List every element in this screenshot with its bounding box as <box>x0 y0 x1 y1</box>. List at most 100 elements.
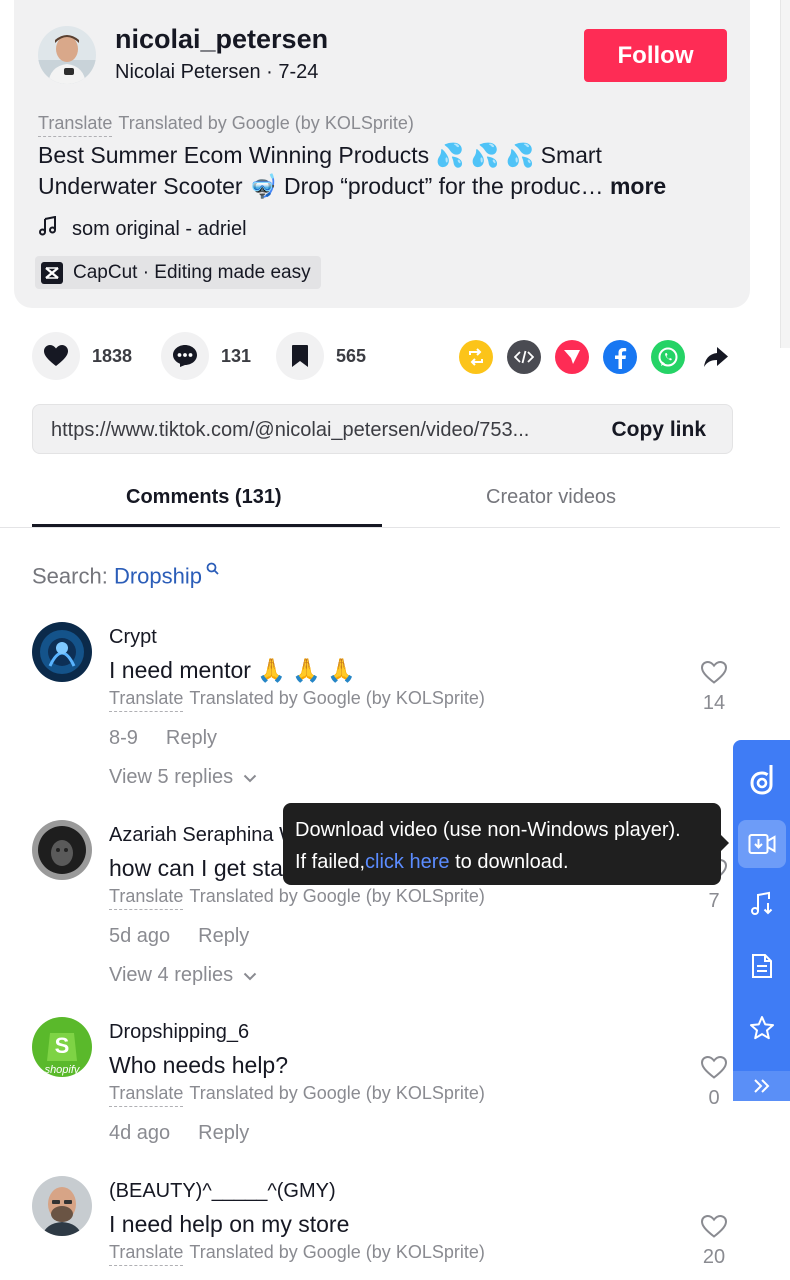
avatar[interactable] <box>32 1176 92 1236</box>
more-button[interactable]: more <box>610 173 666 199</box>
comment-like-count: 7 <box>708 890 720 912</box>
facebook-icon[interactable] <box>603 340 637 374</box>
reply-button[interactable]: Reply <box>198 1122 249 1144</box>
tooltip-arrow <box>720 834 729 852</box>
comment-meta: 5d ago Reply <box>109 925 249 948</box>
heart-outline-icon <box>700 1214 728 1243</box>
reply-button[interactable]: Reply <box>166 727 217 749</box>
tab-divider <box>0 527 780 528</box>
follow-button[interactable]: Follow <box>584 29 727 82</box>
bookmark-icon[interactable] <box>276 332 324 380</box>
video-url[interactable]: https://www.tiktok.com/@nicolai_petersen… <box>51 419 581 442</box>
kolsprite-side-panel <box>733 740 790 1101</box>
heart-outline-icon <box>700 660 728 689</box>
translated-by-label: Translated by Google (by KOLSprite) <box>118 113 414 133</box>
view-replies-label: View 4 replies <box>109 964 234 986</box>
tab-creator-videos[interactable]: Creator videos <box>486 486 616 509</box>
avatar[interactable]: S shopify <box>32 1017 92 1077</box>
translate-link[interactable]: Translate <box>109 688 184 712</box>
search-keyword[interactable]: Dropship <box>114 563 202 588</box>
capcut-icon <box>41 261 63 284</box>
author-nickname-date: Nicolai Petersen · 7-24 <box>115 61 319 83</box>
repost-icon[interactable] <box>459 340 493 374</box>
comment-username[interactable]: Dropshipping_6 <box>109 1021 249 1044</box>
translated-by-label: Translated by Google (by KOLSprite) <box>189 886 485 906</box>
heart-outline-icon <box>700 1055 728 1084</box>
comment-username[interactable]: (BEAUTY)^_____^(GMY) <box>109 1180 336 1203</box>
comment-icon[interactable] <box>161 332 209 380</box>
comment-like-button[interactable]: 20 <box>694 1214 734 1269</box>
comment-translate-row: Translate Translated by Google (by KOLSpr… <box>109 1242 485 1266</box>
translate-link[interactable]: Translate <box>38 113 113 137</box>
comment-username[interactable]: Crypt <box>109 626 157 649</box>
comment-like-count: 0 <box>708 1087 720 1109</box>
avatar[interactable] <box>32 622 92 682</box>
download-video-icon[interactable] <box>738 820 786 868</box>
comment-like-button[interactable]: 0 <box>694 1055 734 1110</box>
comment-date: 5d ago <box>109 925 171 947</box>
translated-by-label: Translated by Google (by KOLSprite) <box>189 688 485 708</box>
comment-text: I need mentor 🙏 🙏 🙏 <box>109 657 357 683</box>
music-download-icon[interactable] <box>738 880 786 928</box>
save-count: 565 <box>336 345 367 366</box>
comment-meta: 8-9 Reply <box>109 727 217 750</box>
tooltip-prefix: If failed, <box>295 851 366 873</box>
view-replies-button[interactable]: View 4 replies <box>109 964 257 987</box>
like-stat[interactable]: 1838 <box>32 332 132 380</box>
capcut-label: CapCut · Editing made easy <box>73 261 311 283</box>
like-count: 1838 <box>92 345 133 366</box>
caption-line-2: Underwater Scooter 🤿 Drop “product” for … <box>38 173 604 199</box>
comment-date: 4d ago <box>109 1122 171 1144</box>
star-icon[interactable] <box>738 1004 786 1052</box>
comment-like-button[interactable]: 14 <box>694 660 734 715</box>
heart-icon[interactable] <box>32 332 80 380</box>
music-title: som original - adriel <box>72 217 247 240</box>
comment-search: Search: Dropship <box>32 562 219 589</box>
comment-stat[interactable]: 131 <box>161 332 251 380</box>
translate-link[interactable]: Translate <box>109 1242 184 1266</box>
logo-icon[interactable] <box>738 755 786 803</box>
comment-translate-row: Translate Translated by Google (by KOLSpr… <box>109 886 485 910</box>
collapse-icon[interactable] <box>733 1071 790 1101</box>
tab-comments[interactable]: Comments (131) <box>126 486 282 509</box>
whatsapp-icon[interactable] <box>651 340 685 374</box>
caption-translate-row: Translate Translated by Google (by KOLSpr… <box>38 113 414 137</box>
tooltip-suffix: to download. <box>449 851 569 873</box>
translated-by-label: Translated by Google (by KOLSprite) <box>189 1242 485 1262</box>
svg-text:S: S <box>55 1033 70 1058</box>
comment-username[interactable]: Azariah Seraphina W <box>109 824 298 847</box>
translated-by-label: Translated by Google (by KOLSprite) <box>189 1083 485 1103</box>
author-avatar[interactable] <box>38 26 96 84</box>
share-arrow-icon[interactable] <box>699 340 733 374</box>
comment-like-count: 14 <box>702 692 726 714</box>
view-replies-button[interactable]: View 5 replies <box>109 766 257 789</box>
save-stat[interactable]: 565 <box>276 332 366 380</box>
music-row[interactable]: som original - adriel <box>38 215 247 242</box>
svg-text:shopify: shopify <box>45 1064 81 1076</box>
embed-icon[interactable] <box>507 340 541 374</box>
comment-text: I need help on my store <box>109 1211 350 1237</box>
post-card: nicolai_petersen Nicolai Petersen · 7-24… <box>14 0 750 308</box>
post-caption: Best Summer Ecom Winning Products 💦 💦 💦 … <box>38 140 738 202</box>
download-tooltip: Download video (use non-Windows player).… <box>283 803 721 885</box>
comment-translate-row: Translate Translated by Google (by KOLSpr… <box>109 1083 485 1107</box>
scrollbar[interactable] <box>780 0 790 348</box>
reply-button[interactable]: Reply <box>198 925 249 947</box>
comment-date: 8-9 <box>109 727 138 749</box>
comment-count: 131 <box>221 345 252 366</box>
copy-link-button[interactable]: Copy link <box>611 418 706 442</box>
search-icon[interactable] <box>202 562 219 578</box>
document-icon[interactable] <box>738 942 786 990</box>
tooltip-line-1: Download video (use non-Windows player). <box>295 819 681 841</box>
view-replies-label: View 5 replies <box>109 766 234 788</box>
comment-translate-row: Translate Translated by Google (by KOLSpr… <box>109 688 485 712</box>
translate-link[interactable]: Translate <box>109 886 184 910</box>
tooltip-click-here-link[interactable]: click here <box>365 851 449 873</box>
avatar[interactable] <box>32 820 92 880</box>
capcut-anchor[interactable]: CapCut · Editing made easy <box>35 256 321 289</box>
translate-link[interactable]: Translate <box>109 1083 184 1107</box>
author-username[interactable]: nicolai_petersen <box>115 24 328 55</box>
chevron-down-icon <box>243 766 257 789</box>
music-note-icon <box>38 215 58 242</box>
send-icon[interactable] <box>555 340 589 374</box>
